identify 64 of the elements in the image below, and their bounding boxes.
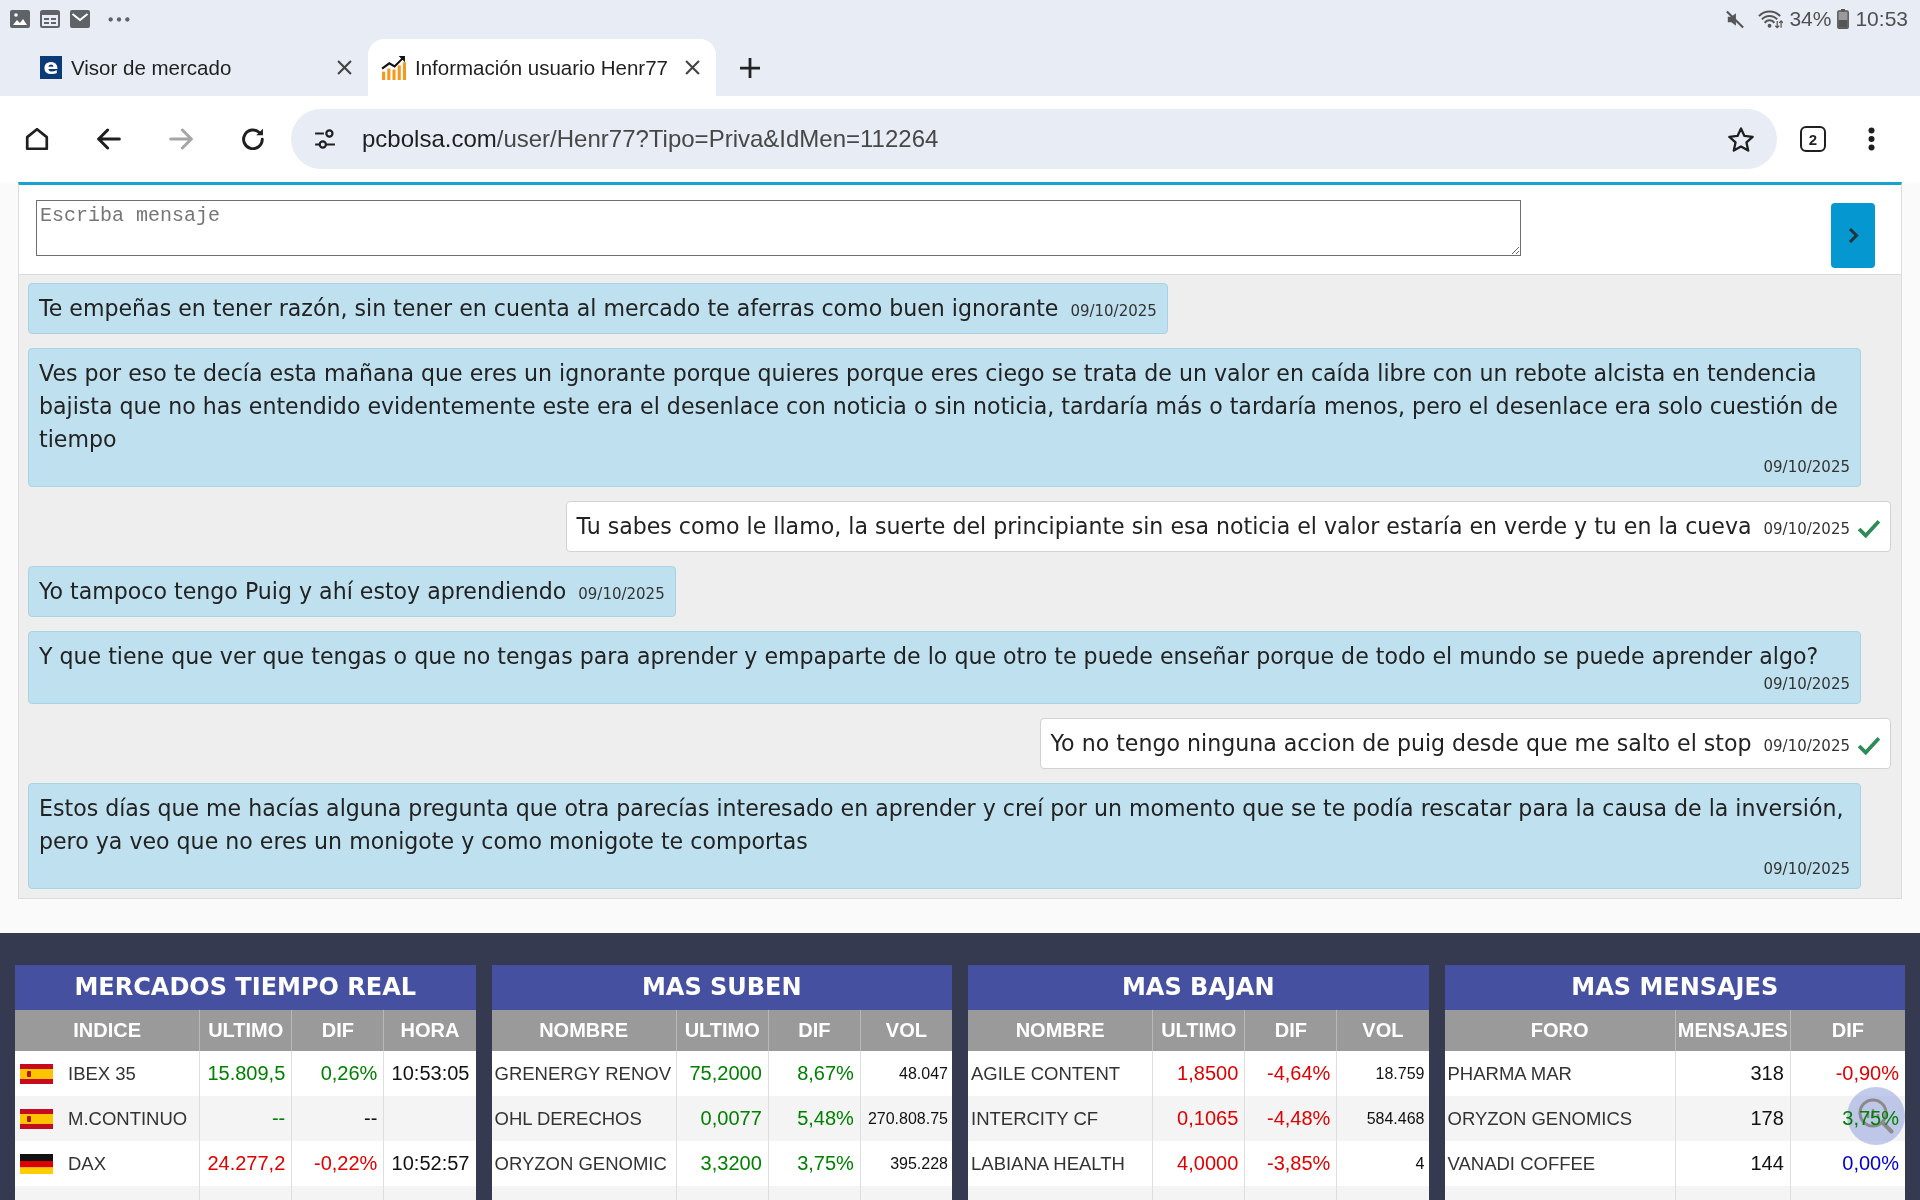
- image-icon: [10, 10, 30, 28]
- table-cell-text: DAX: [68, 1152, 107, 1176]
- message-date: 09/10/2025: [1070, 301, 1157, 322]
- table-cell-text: VANADI COFFEE: [1446, 1152, 1597, 1176]
- column-header: FORO: [1529, 1018, 1590, 1043]
- chevron-right-icon: [1847, 227, 1859, 244]
- wifi-icon: [1758, 9, 1784, 29]
- plus-icon[interactable]: [740, 58, 760, 78]
- table-cell-text: ORYZON GENOMIC: [493, 1152, 668, 1176]
- message-text: Y que tiene que ver que tengas o que no tengas para aprender y empaparte de lo que otro te puede enseñar porque de todo el mundo se puede aprender algo?: [39, 642, 1819, 671]
- home-icon[interactable]: [25, 128, 49, 150]
- message-date: 09/10/2025: [1763, 736, 1850, 757]
- column-header: INDICE: [72, 1018, 142, 1043]
- close-icon[interactable]: [337, 60, 352, 75]
- reload-icon[interactable]: [241, 128, 265, 150]
- spain-flag-icon: [20, 1063, 53, 1084]
- clock: 10:53: [1855, 7, 1908, 31]
- more-icon[interactable]: [108, 16, 130, 22]
- browser-tab[interactable]: e Visor de mercado: [20, 39, 368, 96]
- message-text: Yo tampoco tengo Puig y ahí estoy aprendiendo: [39, 577, 567, 606]
- table-cell-text: PHARMA MAR: [1446, 1062, 1573, 1086]
- message-input[interactable]: Escriba mensaje: [36, 200, 1521, 256]
- mail-icon: [70, 10, 90, 28]
- table-cell-text: OHL DERECHOS: [493, 1107, 643, 1131]
- calendar-icon: [40, 10, 60, 28]
- check-icon: [1858, 520, 1880, 538]
- battery-icon: [1837, 9, 1850, 29]
- battery-level: 34%: [1789, 7, 1832, 31]
- tune-icon[interactable]: [314, 129, 336, 149]
- address-bar[interactable]: pcbolsa.com/user/Henr77?Tipo=Priva&IdMen=112264: [291, 109, 1777, 169]
- message-text: Te empeñas en tener razón, sin tener en cuenta al mercado te aferras como buen ignorante: [39, 294, 1059, 323]
- tab-count-button[interactable]: 2: [1800, 126, 1826, 152]
- message-text: Estos días que me hacías alguna pregunta que otra parecías interesado en aprender y creí por un momento que se te podía rescatar para la causa de la inversión, pero ya veo que no eres un monigote y como monigote te comportas: [39, 794, 1845, 856]
- panel-title: MAS BAJAN: [968, 965, 1429, 1010]
- table-cell-text: GRENERGY RENOV: [493, 1062, 672, 1086]
- spain-flag-icon: [20, 1108, 53, 1129]
- table-cell-text: INTERCITY CF: [970, 1107, 1100, 1131]
- table-cell-text: LABIANA HEALTH: [970, 1152, 1126, 1176]
- message-date: 09/10/2025: [578, 584, 665, 605]
- table-cell-text: AGILE CONTENT: [970, 1062, 1122, 1086]
- message-date: 09/10/2025: [1763, 674, 1850, 695]
- close-icon[interactable]: [685, 60, 700, 75]
- message-date: 09/10/2025: [1763, 859, 1850, 880]
- table-cell-text: M.CONTINUO: [68, 1107, 188, 1131]
- message-text: Yo no tengo ninguna accion de puig desde que me salto el stop: [1050, 729, 1752, 758]
- germany-flag-icon: [20, 1153, 53, 1174]
- panel-title: MAS MENSAJES: [1444, 965, 1905, 1010]
- bar-chart-icon: [381, 55, 406, 80]
- message-date: 09/10/2025: [1763, 457, 1850, 478]
- site-logo: e: [40, 56, 62, 79]
- back-arrow-icon[interactable]: [97, 128, 121, 150]
- column-header: NOMBRE: [1014, 1018, 1106, 1043]
- table-cell-text: IBEX 35: [68, 1062, 136, 1086]
- panel-title: MERCADOS TIEMPO REAL: [15, 965, 476, 1010]
- check-icon: [1858, 737, 1880, 755]
- message-text: Ves por eso te decía esta mañana que eres un ignorante porque quieres porque eres ciego se trata de un valor en caída libre con un rebote alcista en tendencia bajista que no has entendido evidentemente este era el desenlace con noticia o sin noticia, tardaría más o tardaría menos, pero el desenlace era solo cuestión de tiempo: [39, 359, 1839, 454]
- star-icon[interactable]: [1728, 126, 1754, 152]
- message-date: 09/10/2025: [1763, 519, 1850, 540]
- menu-icon[interactable]: [1868, 127, 1875, 151]
- message-text: Tu sabes como le llamo, la suerte del principiante sin esa noticia el valor estaría en verde y tu en la cueva: [576, 512, 1752, 541]
- browser-tab[interactable]: Información usuario Henr77: [368, 39, 716, 96]
- column-header: NOMBRE: [538, 1018, 630, 1043]
- table-cell-text: ORYZON GENOMICS: [1446, 1107, 1634, 1131]
- panel-title: MAS SUBEN: [491, 965, 952, 1010]
